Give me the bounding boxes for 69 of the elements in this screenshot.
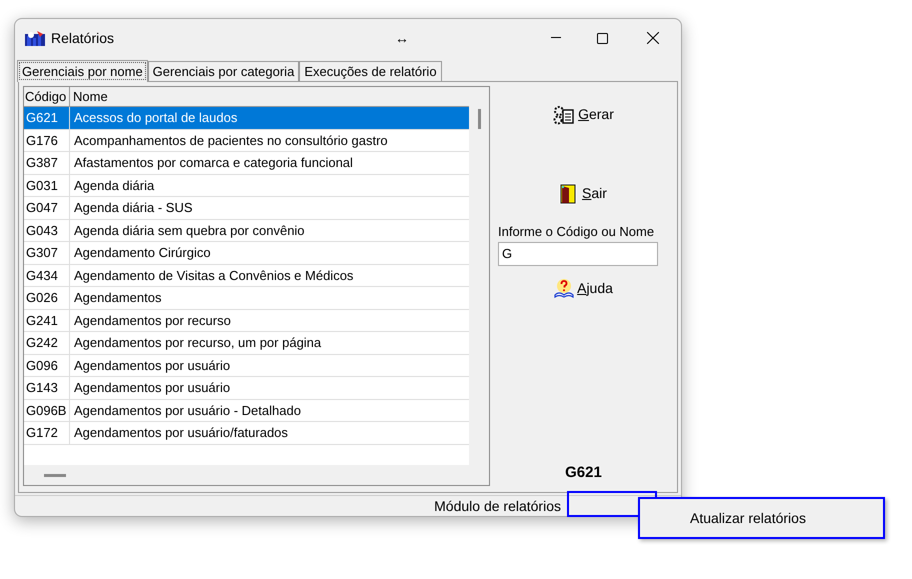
table-cell: G307 (24, 242, 70, 264)
vertical-scrollbar[interactable] (469, 87, 489, 465)
table-cell-text: Acessos do portal de laudos (73, 109, 238, 127)
gears-document-icon (553, 104, 576, 124)
close-icon (647, 32, 659, 44)
table-cell-text: Agendamentos por recurso (73, 312, 232, 330)
table-cell: G096B (24, 400, 70, 421)
table-row[interactable]: G096 Agendamentos por usuário (24, 354, 469, 377)
table-cell: G242 (24, 332, 70, 354)
table-cell-text: Agendamento de Visitas a Convênios e Médicos (73, 266, 354, 285)
tab[interactable]: Gerenciais por nome (17, 60, 148, 82)
table-cell-text: Agenda diária sem quebra por convênio (73, 222, 306, 240)
maximize-icon (596, 32, 608, 44)
table-row[interactable]: G387 Afastamentos por comarca e categoria funcional (24, 152, 469, 174)
table-row[interactable]: G143 Agendamentos por usuário (24, 377, 469, 400)
table-cell: G026 (24, 287, 70, 308)
status-text: Módulo de relatórios (434, 496, 561, 516)
minimize-icon (551, 37, 561, 39)
table-row[interactable]: G043 Agenda diária sem quebra por convênio (24, 220, 469, 242)
table-cell-text: Agendamentos por usuário (73, 379, 232, 397)
help-book-icon (554, 278, 574, 298)
table-cell: G241 (24, 310, 70, 331)
table-cell: G176 (24, 130, 70, 151)
table-cell: G143 (24, 377, 70, 398)
column-header[interactable]: Código (24, 87, 70, 106)
table-row[interactable]: G172 Agendamentos por usuário/faturados (24, 422, 469, 444)
exit-button[interactable]: Sair (560, 183, 607, 204)
table-cell-text: Agendamentos por usuário - Detalhado (73, 402, 302, 420)
table-cell-text: Agendamento Cirúrgico (73, 244, 212, 262)
door-icon (560, 184, 576, 204)
table-row[interactable]: G026 Agendamentos (24, 287, 469, 310)
table-row[interactable]: G096B Agendamentos por usuário - Detalhado (24, 400, 469, 422)
table-cell: G387 (24, 152, 70, 174)
menu-item[interactable]: Atualizar relatórios (690, 508, 806, 528)
resize-glyph: ↔ (395, 28, 410, 48)
table-row[interactable]: G176 Acompanhamentos de pacientes no consultório gastro (24, 130, 469, 152)
table-row[interactable]: G434 Agendamento de Visitas a Convênios e Médicos (24, 264, 469, 287)
table-cell: G096 (24, 354, 70, 376)
table-cell-text: Acompanhamentos de pacientes no consultório gastro (73, 132, 389, 150)
column-header[interactable]: Nome (70, 87, 469, 106)
table-row[interactable]: G031 Agenda diária (24, 174, 469, 197)
table-cell: G047 (24, 197, 70, 218)
table-cell-text: Agendamentos por usuário (73, 356, 232, 375)
table-cell: G621 (24, 107, 70, 128)
search-field[interactable]: G (498, 242, 658, 266)
tab[interactable]: Execuções de relatório (299, 61, 442, 81)
table-cell: G172 (24, 422, 70, 444)
horizontal-scrollbar[interactable] (24, 465, 489, 485)
table-cell-text: Agendamentos (73, 289, 162, 307)
table-row[interactable]: G242 Agendamentos por recurso, um por página (24, 332, 469, 354)
table-row[interactable]: G241 Agendamentos por recurso (24, 310, 469, 332)
table-cell-text: Afastamentos por comarca e categoria funcional (73, 154, 354, 172)
table-row[interactable]: G047 Agenda diária - SUS (24, 197, 469, 220)
window-title: Relatórios (51, 28, 114, 48)
table-row[interactable]: G307 Agendamento Cirúrgico (24, 242, 469, 264)
search-label: Informe o Código ou Nome (498, 223, 656, 241)
table-cell-text: Agenda diária (73, 176, 156, 195)
table-row[interactable]: G621 Acessos do portal de laudos (24, 107, 469, 130)
table-cell: G043 (24, 220, 70, 241)
table-cell-text: Agendamentos por usuário/faturados (73, 424, 289, 442)
table-cell-text: Agenda diária - SUS (73, 199, 194, 217)
generate-button[interactable]: Gerar (553, 104, 614, 125)
tab[interactable]: Gerenciais por categoria (148, 61, 300, 81)
selected-code: G621 (565, 462, 602, 482)
table-cell: G031 (24, 174, 70, 196)
help-button[interactable]: Ajuda (554, 278, 613, 298)
app-icon (25, 30, 45, 46)
table-cell-text: Agendamentos por recurso, um por página (73, 334, 322, 352)
table-cell: G434 (24, 264, 70, 286)
